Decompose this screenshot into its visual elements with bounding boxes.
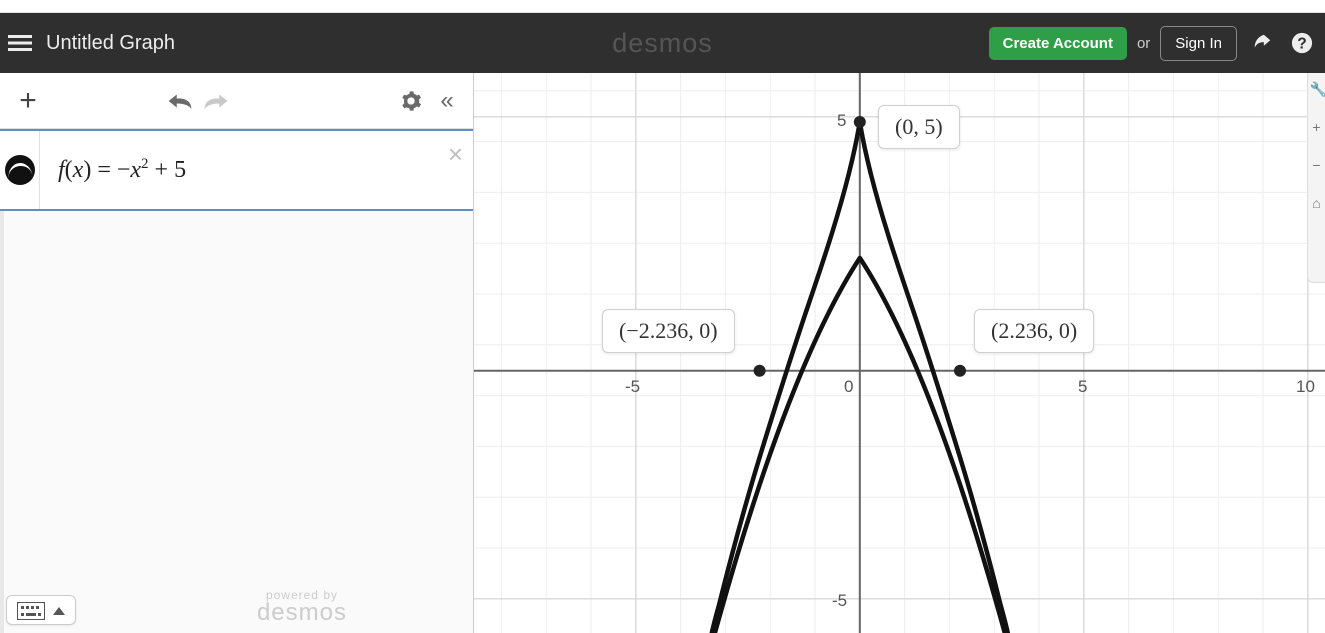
or-text: or [1137, 35, 1150, 52]
expr-segment: f(x) = −x2 + 5 [58, 156, 186, 184]
share-icon[interactable] [1247, 28, 1277, 58]
home-icon[interactable]: ⌂ [1310, 195, 1324, 209]
sign-in-button[interactable]: Sign In [1160, 26, 1237, 61]
wave-icon [5, 155, 35, 185]
point-root-left [754, 365, 766, 377]
expression-input[interactable]: f(x) = −x2 + 5 × [40, 131, 473, 209]
keyboard-icon [17, 602, 45, 620]
graph-tools: 🔧 + − ⌂ [1307, 73, 1325, 283]
axis-tick-neg5y: -5 [832, 591, 847, 611]
axis-tick-pos10x: 10 [1296, 377, 1315, 397]
point-label-root-right[interactable]: (2.236, 0) [974, 309, 1094, 353]
app-header: Untitled Graph desmos Create Account or … [0, 13, 1325, 73]
redo-icon[interactable] [200, 85, 232, 117]
axis-tick-pos5y: 5 [837, 111, 846, 131]
axis-tick-pos5x: 5 [1078, 377, 1087, 397]
axis-tick-zero: 0 [844, 377, 853, 397]
menu-icon[interactable] [0, 13, 40, 73]
brand-logo: desmos [612, 28, 713, 59]
expression-panel: + « f(x) = −x2 + 5 × [0, 73, 474, 633]
point-vertex [854, 116, 866, 128]
help-icon[interactable]: ? [1287, 28, 1317, 58]
gear-icon[interactable] [395, 85, 427, 117]
powered-by: powered by desmos [257, 589, 347, 625]
expression-toolbar: + « [0, 73, 473, 129]
chevron-up-icon [53, 607, 65, 615]
keypad-toggle-button[interactable] [6, 595, 76, 625]
graph-canvas[interactable]: (0, 5) (−2.236, 0) (2.236, 0) -5 0 5 10 … [474, 73, 1325, 633]
close-icon[interactable]: × [448, 139, 463, 170]
point-label-root-left[interactable]: (−2.236, 0) [602, 309, 735, 353]
create-account-button[interactable]: Create Account [989, 27, 1127, 60]
collapse-panel-icon[interactable]: « [431, 85, 463, 117]
zoom-in-icon[interactable]: + [1310, 119, 1324, 133]
add-expression-button[interactable]: + [10, 84, 46, 118]
undo-icon[interactable] [164, 85, 196, 117]
point-root-right [954, 365, 966, 377]
expression-color-badge[interactable] [0, 131, 40, 209]
svg-text:?: ? [1297, 36, 1307, 53]
graph-title[interactable]: Untitled Graph [46, 32, 175, 55]
axis-tick-neg5x: -5 [625, 377, 640, 397]
zoom-out-icon[interactable]: − [1310, 157, 1324, 171]
expression-list-empty[interactable] [0, 211, 473, 633]
point-label-vertex[interactable]: (0, 5) [878, 105, 960, 149]
wrench-icon[interactable]: 🔧 [1310, 81, 1324, 95]
expression-row[interactable]: f(x) = −x2 + 5 × [0, 129, 473, 211]
